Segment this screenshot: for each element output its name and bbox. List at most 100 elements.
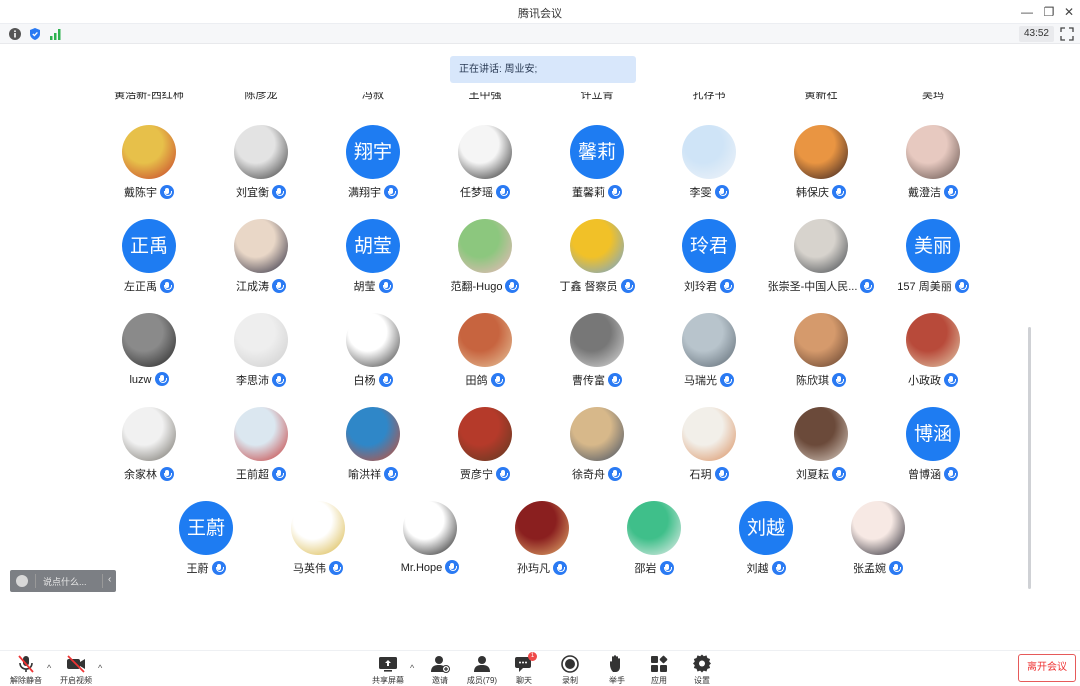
start-video-button[interactable]: 开启视频 [56, 654, 96, 686]
cat-photo [682, 407, 736, 461]
emoji-icon[interactable] [16, 575, 28, 587]
participant-tile[interactable]: 王前超 [205, 407, 317, 497]
settings-button[interactable]: 设置 [682, 654, 722, 686]
participant-tile[interactable]: 刘越 刘越 [710, 501, 822, 591]
avatar: 博涵 [906, 407, 960, 461]
record-label: 录制 [562, 676, 578, 685]
audio-options-caret-icon[interactable]: ^ [47, 663, 51, 673]
participant-tile[interactable]: 韩保庆 [765, 125, 877, 215]
portrait-photo [794, 219, 848, 273]
participant-grid: 戴陈宇刘宜衡 翔宇 满翔宇 任梦瑶 馨莉 董馨莉 李雯 韩保庆 戴澄洁正禹 左正禹江成涛 胡莹 胡莹范… [0, 0, 1080, 686]
participant-name-text: 马瑞光 [684, 375, 717, 387]
participant-tile[interactable]: 小政政 [877, 313, 989, 403]
members-button[interactable]: 成员(79) [462, 654, 502, 686]
chat-button[interactable]: 1 聊天 [504, 652, 544, 686]
mic-icon [553, 561, 567, 575]
participant-name-text: luzw [129, 374, 152, 386]
participant-name-text: 江成涛 [236, 281, 269, 293]
frame-photo [403, 501, 457, 555]
participant-tile[interactable]: 王蔚 王蔚 [150, 501, 262, 591]
participant-name-text: 马英伟 [293, 563, 326, 575]
mic-icon [889, 561, 903, 575]
participant-name: 王蔚 [150, 560, 262, 576]
collapse-icon[interactable]: ‹ [108, 574, 111, 585]
chat-placeholder[interactable]: 说点什么... [43, 575, 87, 588]
participant-name: 戴澄洁 [877, 184, 989, 200]
raise-hand-button[interactable]: 举手 [597, 654, 637, 686]
mic-icon [720, 279, 734, 293]
participant-name: 马英伟 [262, 560, 374, 576]
participant-tile[interactable]: 丁鑫 督察员 [541, 219, 653, 309]
participant-tile[interactable]: 李思沛 [205, 313, 317, 403]
participant-name-text: 小政政 [908, 375, 941, 387]
participant-tile[interactable]: 戴澄洁 [877, 125, 989, 215]
participant-tile[interactable]: 石玥 [653, 407, 765, 497]
chat-quick-input[interactable]: 说点什么... ‹ [10, 570, 116, 592]
participant-name-text: 董馨莉 [572, 187, 605, 199]
participant-tile[interactable]: 邵岩 [598, 501, 710, 591]
participant-name-text: 田鸽 [465, 375, 488, 387]
participant-tile[interactable]: 江成涛 [205, 219, 317, 309]
participant-tile[interactable]: 白杨 [317, 313, 429, 403]
participant-name-text: 刘宜衡 [236, 187, 269, 199]
participant-tile[interactable]: 刘宜衡 [205, 125, 317, 215]
participant-tile[interactable]: 马瑞光 [653, 313, 765, 403]
participant-tile[interactable]: 胡莹 胡莹 [317, 219, 429, 309]
participant-tile[interactable]: 马英伟 [262, 501, 374, 591]
participant-name: 韩保庆 [765, 184, 877, 200]
hand-icon [610, 655, 620, 672]
participant-tile[interactable]: 戴陈宇 [93, 125, 205, 215]
participant-tile[interactable]: 美丽 157 周美丽 [877, 219, 989, 309]
participant-name: 石玥 [653, 466, 765, 482]
participant-tile[interactable]: 正禹 左正禹 [93, 219, 205, 309]
participant-tile[interactable]: 任梦瑶 [429, 125, 541, 215]
participant-tile[interactable]: 玲君 刘玲君 [653, 219, 765, 309]
participant-tile[interactable]: 徐奇舟 [541, 407, 653, 497]
participant-name-text: 刘玲君 [684, 281, 717, 293]
participant-name-text: 胡莹 [353, 281, 376, 293]
participant-tile[interactable]: Mr.Hope [374, 501, 486, 591]
participant-tile[interactable]: 刘夏耘 [765, 407, 877, 497]
bw-photo [122, 313, 176, 367]
participant-tile[interactable]: 博涵 曾博涵 [877, 407, 989, 497]
participant-tile[interactable]: 曹传富 [541, 313, 653, 403]
mic-icon [659, 561, 674, 575]
invite-button[interactable]: 邀请 [420, 654, 460, 686]
participant-tile[interactable]: 田鸽 [429, 313, 541, 403]
participant-tile[interactable]: 李雯 [653, 125, 765, 215]
share-options-caret-icon[interactable]: ^ [410, 663, 414, 673]
mic-icon [160, 185, 174, 199]
start-video-label: 开启视频 [60, 676, 92, 685]
lighthouse-photo [346, 407, 400, 461]
share-screen-button[interactable]: 共享屏幕 [368, 654, 408, 686]
sunflower-photo [570, 219, 624, 273]
participant-name-text: 余家林 [124, 469, 157, 481]
mic-icon [160, 279, 174, 293]
participant-name: 李雯 [653, 184, 765, 200]
participant-name: 任梦瑶 [429, 184, 541, 200]
participant-tile[interactable]: 张孟婉 [822, 501, 934, 591]
participant-tile[interactable]: 贾彦宁 [429, 407, 541, 497]
participant-tile[interactable]: 范翻-Hugo [429, 219, 541, 309]
video-options-caret-icon[interactable]: ^ [98, 663, 102, 673]
unmute-button[interactable]: 解除静音 [6, 654, 46, 686]
participant-tile[interactable]: luzw [93, 313, 205, 403]
participant-tile[interactable]: 喻洪祥 [317, 407, 429, 497]
participant-tile[interactable]: 余家林 [93, 407, 205, 497]
participant-name: 张崇圣-中国人民... [765, 278, 877, 294]
gear-icon [692, 654, 711, 673]
leave-meeting-button[interactable]: 离开会议 [1018, 654, 1076, 682]
chat-unread-badge: 1 [528, 652, 537, 661]
grid-scrollbar[interactable] [1028, 327, 1031, 589]
record-button[interactable]: 录制 [550, 654, 590, 686]
participant-name: 白杨 [317, 372, 429, 388]
participant-tile[interactable]: 孙玙凡 [486, 501, 598, 591]
participant-name: luzw [93, 372, 205, 386]
participant-name: 王前超 [205, 466, 317, 482]
participant-name: 刘宜衡 [205, 184, 317, 200]
participant-tile[interactable]: 陈欣琪 [765, 313, 877, 403]
apps-button[interactable]: 应用 [639, 654, 679, 686]
participant-tile[interactable]: 馨莉 董馨莉 [541, 125, 653, 215]
participant-tile[interactable]: 翔宇 满翔宇 [317, 125, 429, 215]
participant-tile[interactable]: 张崇圣-中国人民... [765, 219, 877, 309]
